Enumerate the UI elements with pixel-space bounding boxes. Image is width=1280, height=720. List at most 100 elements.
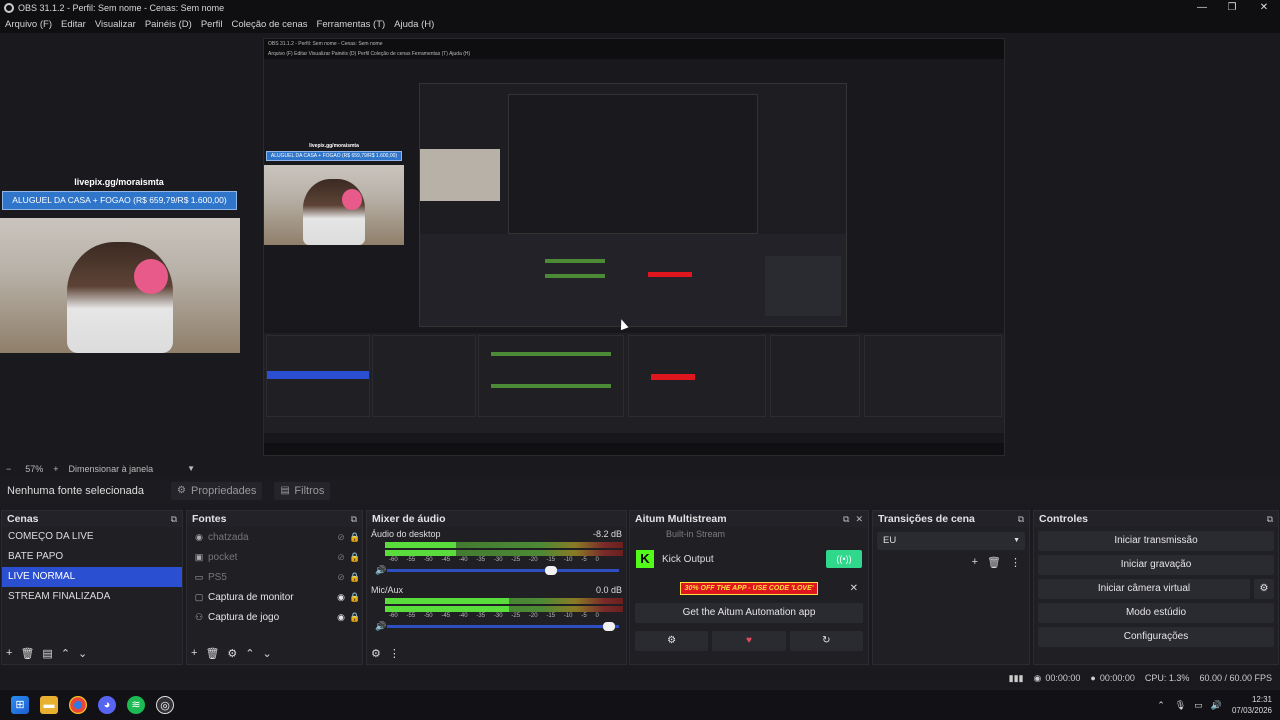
- lock-icon[interactable]: 🔒: [348, 612, 362, 623]
- mixer-settings-icon[interactable]: ⚙: [371, 647, 381, 660]
- minimize-button[interactable]: —: [1186, 0, 1218, 15]
- lock-icon[interactable]: 🔒: [348, 592, 362, 603]
- mixer-menu-icon[interactable]: ⋮: [389, 647, 400, 660]
- refresh-icon[interactable]: ↻: [789, 631, 863, 651]
- remove-transition-icon[interactable]: 🗑: [987, 556, 1001, 569]
- source-item[interactable]: ◉ chatzada ⊘ 🔒: [187, 527, 362, 547]
- volume-icon[interactable]: 🔊: [1211, 700, 1222, 711]
- add-transition-icon[interactable]: +: [972, 556, 978, 569]
- start-recording-button[interactable]: Iniciar gravação: [1038, 555, 1274, 575]
- move-down-icon[interactable]: ⌄: [78, 647, 87, 660]
- add-source-icon[interactable]: +: [191, 647, 197, 659]
- source-item[interactable]: ▣ pocket ⊘ 🔒: [187, 547, 362, 567]
- source-item[interactable]: ▢ Captura de monitor ◉ 🔒: [187, 587, 362, 607]
- meter-ticks: -60 -55 -50 -45 -40 -35 -30 -25 -20 -15 -10 -5 0: [389, 613, 599, 619]
- remove-scene-icon[interactable]: 🗑: [20, 647, 34, 660]
- scene-item[interactable]: STREAM FINALIZADA: [2, 587, 182, 607]
- source-item[interactable]: ⚇ Captura de jogo ◉ 🔒: [187, 607, 362, 627]
- volume-knob[interactable]: [602, 621, 615, 631]
- settings-button[interactable]: Configurações: [1038, 627, 1274, 647]
- mixer-channel: Mic/Aux 0.0 dB -60 -55 -50 -45 -40 -35 -30 -25 -2…: [367, 583, 626, 633]
- menu-editar[interactable]: Editar: [61, 19, 86, 30]
- properties-button[interactable]: ⚙ Propriedades: [170, 482, 263, 500]
- start-virtual-camera-button[interactable]: Iniciar câmera virtual: [1038, 579, 1250, 599]
- menu-ajuda[interactable]: Ajuda (H): [394, 19, 434, 30]
- source-properties-icon[interactable]: ⚙: [227, 647, 237, 660]
- studio-mode-button[interactable]: Modo estúdio: [1038, 603, 1274, 623]
- get-aitum-button[interactable]: Get the Aitum Automation app: [635, 603, 863, 623]
- dock-close-icon[interactable]: ✕: [855, 514, 863, 525]
- add-scene-icon[interactable]: +: [6, 647, 12, 659]
- menu-paineis[interactable]: Painéis (D): [145, 19, 192, 30]
- lock-icon[interactable]: 🔒: [348, 552, 362, 563]
- filters-button[interactable]: ▤ Filtros: [274, 482, 331, 500]
- meter-fill: [385, 542, 457, 548]
- scene-item-selected[interactable]: LIVE NORMAL: [2, 567, 182, 587]
- volume-knob[interactable]: [545, 565, 558, 575]
- close-promo-icon[interactable]: ✕: [850, 583, 858, 594]
- nested-menu: Arquivo (F) Editar Visualizar Painéis (D…: [264, 49, 1004, 59]
- lock-icon[interactable]: 🔒: [348, 532, 362, 543]
- lock-icon[interactable]: 🔒: [348, 572, 362, 583]
- eye-hidden-icon[interactable]: ⊘: [334, 552, 348, 563]
- move-down-icon[interactable]: ⌄: [263, 647, 272, 660]
- spotify-icon[interactable]: ≋: [127, 696, 145, 714]
- dock-float-icon[interactable]: ⧉: [171, 514, 177, 525]
- dock-float-icon[interactable]: ⧉: [843, 514, 849, 525]
- dock-float-icon[interactable]: ⧉: [351, 514, 357, 525]
- meter-fill: [385, 550, 457, 556]
- menu-ferramentas[interactable]: Ferramentas (T): [317, 19, 386, 30]
- eye-icon[interactable]: ◉: [334, 592, 348, 603]
- transition-menu-icon[interactable]: ⋮: [1010, 556, 1021, 569]
- start-streaming-button[interactable]: Iniciar transmissão: [1038, 531, 1274, 551]
- scene-filters-icon[interactable]: ▤: [42, 647, 52, 660]
- dock-float-icon[interactable]: ⧉: [1267, 514, 1273, 525]
- heart-icon[interactable]: ♥: [712, 631, 786, 651]
- aitum-settings-icon[interactable]: ⚙: [635, 631, 709, 651]
- zoom-dropdown-icon[interactable]: ▼: [187, 464, 195, 473]
- volume-slider[interactable]: [387, 621, 619, 631]
- zoom-out-button[interactable]: −: [6, 464, 11, 474]
- eye-hidden-icon[interactable]: ⊘: [334, 572, 348, 583]
- menu-arquivo[interactable]: Arquivo (F): [5, 19, 52, 30]
- maximize-button[interactable]: ❐: [1216, 0, 1248, 15]
- chrome-icon[interactable]: [69, 696, 87, 714]
- virtual-camera-settings-icon[interactable]: ⚙: [1254, 579, 1274, 599]
- volume-meter: [385, 541, 623, 557]
- windows-start-icon[interactable]: ⊞: [11, 696, 29, 714]
- dock-float-icon[interactable]: ⧉: [1018, 514, 1024, 525]
- file-explorer-icon[interactable]: ▬: [40, 696, 58, 714]
- remove-source-icon[interactable]: 🗑: [205, 647, 219, 660]
- microphone-icon[interactable]: 🎙: [1175, 700, 1186, 711]
- chevron-up-icon[interactable]: ⌃: [1157, 700, 1165, 711]
- clock[interactable]: 12:31 07/03/2026: [1232, 694, 1272, 716]
- close-button[interactable]: ✕: [1248, 0, 1280, 15]
- kick-stream-toggle[interactable]: ((•)): [826, 550, 862, 568]
- menu-perfil[interactable]: Perfil: [201, 19, 223, 30]
- source-item[interactable]: ▭ PS5 ⊘ 🔒: [187, 567, 362, 587]
- network-icon[interactable]: ▭: [1194, 700, 1203, 711]
- volume-slider[interactable]: [387, 565, 619, 575]
- speaker-icon[interactable]: 🔊: [375, 565, 387, 576]
- zoom-in-button[interactable]: +: [53, 464, 58, 474]
- nested-livepix-url: livepix.gg/moraismta: [309, 143, 359, 149]
- scene-item[interactable]: COMEÇO DA LIVE: [2, 527, 182, 547]
- nested-webcam: [264, 165, 404, 245]
- promo-banner[interactable]: 30% OFF THE APP - USE CODE 'LOVE': [679, 581, 819, 595]
- move-up-icon[interactable]: ⌃: [61, 647, 70, 660]
- discord-icon[interactable]: ◕: [98, 696, 116, 714]
- scene-item[interactable]: BATE PAPO: [2, 547, 182, 567]
- menu-colecao-cenas[interactable]: Coleção de cenas: [231, 19, 307, 30]
- clock-date: 07/03/2026: [1231, 706, 1272, 715]
- mixer-channel: Áudio do desktop -8.2 dB -60 -55 -50 -45 -40-…: [367, 527, 626, 577]
- mic-icon[interactable]: 🔊: [375, 621, 387, 632]
- transition-select[interactable]: EU ▼: [877, 532, 1025, 550]
- obs-taskbar-icon[interactable]: ◎: [156, 696, 174, 714]
- livepix-url: livepix.gg/moraismta: [74, 177, 164, 187]
- eye-icon[interactable]: ◉: [334, 612, 348, 623]
- zoom-mode[interactable]: Dimensionar à janela: [69, 464, 154, 474]
- nested-deep-screen: [419, 83, 847, 327]
- eye-hidden-icon[interactable]: ⊘: [334, 532, 348, 543]
- move-up-icon[interactable]: ⌃: [245, 647, 254, 660]
- menu-visualizar[interactable]: Visualizar: [95, 19, 136, 30]
